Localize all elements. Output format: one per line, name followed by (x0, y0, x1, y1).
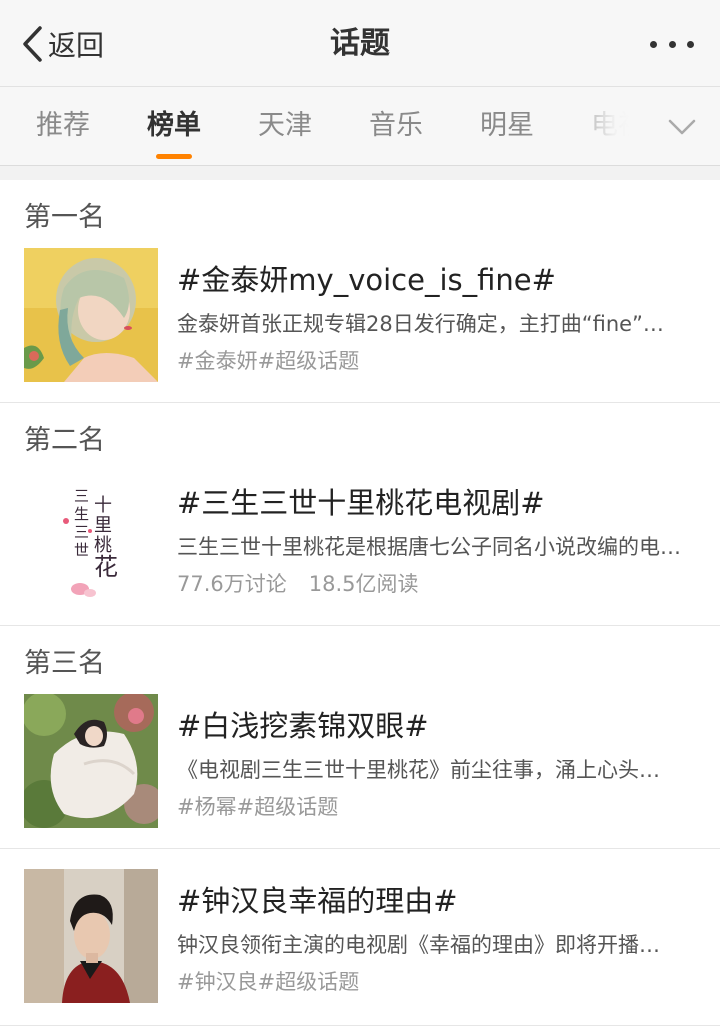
super-topic-link[interactable]: #钟汉良#超级话题 (177, 970, 359, 994)
list-item[interactable]: 第一名 #金泰妍my_voice_is_fine# 金泰妍首张正规专辑28日发行… (0, 180, 720, 403)
topic-meta: 77.6万讨论 18.5亿阅读 (177, 568, 697, 600)
svg-text:生: 生 (74, 505, 89, 523)
topic-title: #金泰妍my_voice_is_fine# (177, 263, 556, 297)
topic-thumbnail[interactable]: 三 生 三 世 十 里 桃 花 (24, 471, 158, 605)
super-topic-link[interactable]: #金泰妍#超级话题 (177, 349, 359, 373)
navigation-bar: 返回 话题 (0, 0, 720, 87)
discussion-count: 77.6万讨论 (177, 572, 287, 596)
topic-description: 三生三世十里桃花是根据唐七公子同名小说改编的电视剧… (177, 535, 697, 559)
category-tabs: 推荐 榜单 天津 音乐 明星 电视 (0, 87, 720, 166)
svg-text:世: 世 (74, 541, 89, 559)
rank-label: 第二名 (24, 425, 105, 456)
topic-thumbnail[interactable] (24, 869, 158, 1003)
rank-label: 第三名 (24, 648, 105, 679)
svg-text:花: 花 (94, 553, 118, 581)
rank-label: 第一名 (24, 202, 105, 233)
topic-title: #三生三世十里桃花电视剧# (177, 486, 545, 520)
topic-meta: #金泰妍#超级话题 (177, 345, 697, 377)
topic-thumbnail[interactable] (24, 694, 158, 828)
super-topic-link[interactable]: #杨幂#超级话题 (177, 795, 338, 819)
topic-meta: #钟汉良#超级话题 (177, 966, 697, 998)
svg-text:三: 三 (74, 523, 89, 541)
more-dot-icon (668, 40, 676, 48)
thumbnail-calligraphy: 三 (74, 487, 89, 505)
page-title: 话题 (330, 26, 390, 61)
topic-description: 金泰妍首张正规专辑28日发行确定，主打曲“fine”… (177, 312, 664, 336)
topic-description: 《电视剧三生三世十里桃花》前尘往事，涌上心头… (177, 758, 660, 782)
topic-thumbnail[interactable] (24, 248, 158, 382)
more-dot-icon (687, 40, 694, 48)
read-count: 18.5亿阅读 (308, 572, 419, 596)
more-options-button[interactable] (650, 30, 694, 58)
list-item[interactable]: 第二名 三 生 三 世 十 里 桃 花 #三生三世十里桃花电视剧# 三生三世十里… (0, 403, 720, 626)
tab-tianjin[interactable]: 天津 (240, 87, 330, 165)
list-item[interactable]: 第三名 #白浅挖素锦双眼# 《电视剧三生三世十里桃花》前尘往事，涌上心头… #杨… (0, 626, 720, 849)
more-dot-icon (650, 40, 657, 48)
list-item[interactable]: #钟汉良幸福的理由# 钟汉良领衔主演的电视剧《幸福的理由》即将开播… #钟汉良#… (0, 849, 720, 1026)
active-tab-indicator (156, 154, 192, 159)
chevron-down-icon (668, 119, 696, 135)
topic-list: 第一名 #金泰妍my_voice_is_fine# 金泰妍首张正规专辑28日发行… (0, 180, 720, 1026)
topic-title: #钟汉良幸福的理由# (177, 884, 458, 918)
svg-text:里: 里 (94, 515, 112, 536)
tab-music[interactable]: 音乐 (351, 87, 441, 165)
tab-recommend[interactable]: 推荐 (18, 87, 108, 165)
tab-stars[interactable]: 明星 (462, 87, 552, 165)
svg-text:十: 十 (94, 495, 112, 516)
tab-ranking-label: 榜单 (147, 110, 201, 141)
topic-meta: #杨幂#超级话题 (177, 791, 697, 823)
topic-title: #白浅挖素锦双眼# (177, 709, 429, 743)
tab-ranking[interactable]: 榜单 (129, 87, 219, 165)
topic-description: 钟汉良领衔主演的电视剧《幸福的理由》即将开播… (177, 933, 660, 957)
tabs-expand-button[interactable] (664, 109, 700, 145)
